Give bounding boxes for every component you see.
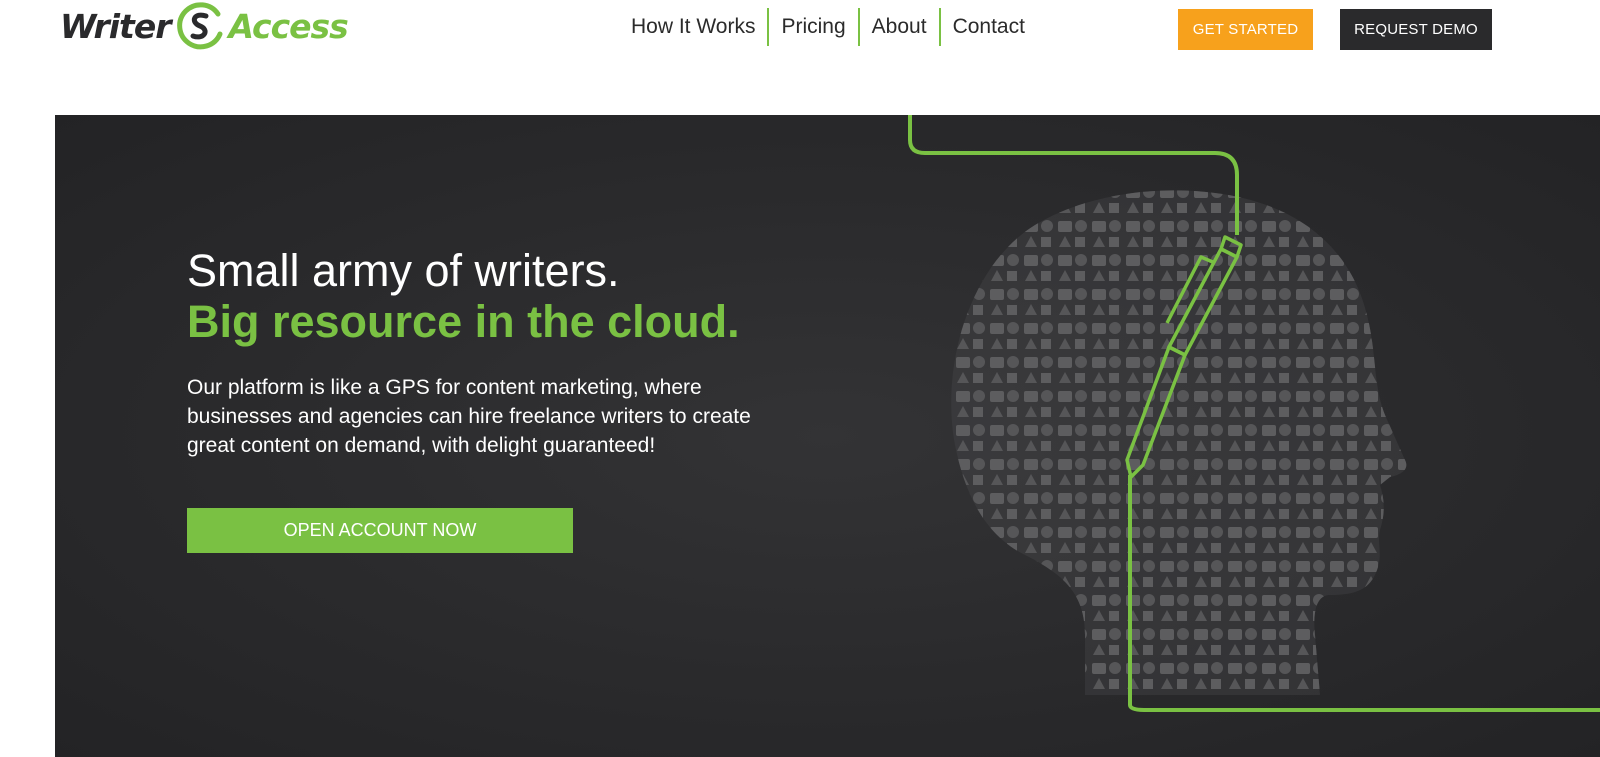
- hero-section: Small army of writers. Big resource in t…: [55, 115, 1600, 757]
- head-silhouette-pen-icon: [908, 115, 1600, 712]
- logo-s-mark-icon: [177, 2, 223, 50]
- logo-text-writer: Writer: [60, 6, 171, 46]
- get-started-button[interactable]: GET STARTED: [1178, 9, 1313, 50]
- writeraccess-logo[interactable]: Writer Access: [60, 0, 349, 52]
- hero-description: Our platform is like a GPS for content m…: [187, 376, 751, 457]
- hero-headline: Small army of writers.: [187, 245, 620, 296]
- hero-subheadline: Big resource in the cloud.: [187, 296, 740, 347]
- logo-text-access: Access: [228, 6, 348, 46]
- request-demo-button[interactable]: REQUEST DEMO: [1340, 9, 1492, 50]
- site-header: Writer Access How It Works Pricing About…: [0, 0, 1600, 115]
- nav-about[interactable]: About: [860, 8, 939, 46]
- nav-how-it-works[interactable]: How It Works: [628, 8, 767, 46]
- open-account-button[interactable]: OPEN ACCOUNT NOW: [187, 508, 573, 553]
- nav-pricing[interactable]: Pricing: [769, 8, 857, 46]
- nav-contact[interactable]: Contact: [941, 8, 1037, 46]
- main-nav: How It Works Pricing About Contact: [628, 8, 1037, 46]
